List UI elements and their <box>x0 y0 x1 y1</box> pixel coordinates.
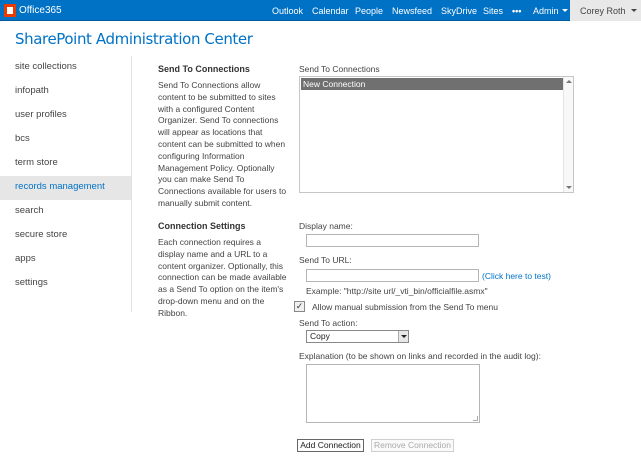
manual-submission-checkbox[interactable]: ✓ <box>294 301 305 312</box>
connection-settings-description: Each connection requires a display name … <box>158 237 287 318</box>
chevron-down-icon <box>630 9 637 12</box>
sidebar-item-infopath[interactable]: infopath <box>0 80 131 104</box>
explanation-label: Explanation (to be shown on links and re… <box>299 351 541 361</box>
connections-list-label: Send To Connections <box>299 64 380 74</box>
chevron-down-icon[interactable] <box>398 331 408 342</box>
sidebar-item-site-collections[interactable]: site collections <box>0 56 131 80</box>
send-to-action-select[interactable]: Copy <box>306 330 409 343</box>
page-title: SharePoint Administration Center <box>15 30 253 48</box>
list-item[interactable]: New Connection <box>301 78 564 90</box>
add-connection-button[interactable]: Add Connection <box>297 439 364 452</box>
chevron-down-icon <box>561 9 568 12</box>
display-name-field[interactable] <box>306 234 479 247</box>
send-to-description: Send To Connections allow content to be … <box>158 80 287 208</box>
send-to-action-label: Send To action: <box>299 318 358 328</box>
office365-brand[interactable]: Office365 <box>4 3 62 18</box>
listbox-scrollbar[interactable] <box>563 77 573 192</box>
sidebar-item-bcs[interactable]: bcs <box>0 128 131 152</box>
scroll-up-icon[interactable] <box>566 80 572 83</box>
nav-people[interactable]: People <box>355 0 383 21</box>
nav-newsfeed[interactable]: Newsfeed <box>392 0 432 21</box>
user-menu[interactable]: Corey Roth <box>570 0 641 21</box>
manual-submission-label: Allow manual submission from the Send To… <box>312 302 498 312</box>
nav-calendar[interactable]: Calendar <box>312 0 349 21</box>
user-name: Corey Roth <box>580 5 626 16</box>
explanation-field[interactable] <box>306 364 480 423</box>
send-to-action-value: Copy <box>310 331 330 341</box>
sidebar-item-search[interactable]: search <box>0 200 131 224</box>
more-apps-button[interactable]: ••• <box>512 0 521 21</box>
sidebar-item-records-management[interactable]: records management <box>0 176 131 200</box>
nav-skydrive[interactable]: SkyDrive <box>441 0 477 21</box>
sidebar-nav: site collections infopath user profiles … <box>0 56 131 296</box>
sidebar-item-apps[interactable]: apps <box>0 248 131 272</box>
test-url-link[interactable]: (Click here to test) <box>482 271 551 281</box>
office-logo-icon <box>4 4 16 17</box>
admin-menu[interactable]: Admin <box>533 0 568 21</box>
nav-outlook[interactable]: Outlook <box>272 0 303 21</box>
send-to-url-label: Send To URL: <box>299 255 352 265</box>
admin-label: Admin <box>533 5 559 16</box>
sidebar-item-term-store[interactable]: term store <box>0 152 131 176</box>
suite-bar: Office365 Outlook Calendar People Newsfe… <box>0 0 641 21</box>
sidebar-item-user-profiles[interactable]: user profiles <box>0 104 131 128</box>
checkmark-icon: ✓ <box>295 301 304 311</box>
send-to-url-field[interactable] <box>306 269 479 282</box>
scroll-down-icon[interactable] <box>566 186 572 189</box>
sidebar-item-settings[interactable]: settings <box>0 272 131 296</box>
connection-settings-heading: Connection Settings <box>158 221 246 231</box>
sidebar-divider <box>131 56 132 312</box>
resize-handle-icon[interactable] <box>473 416 478 421</box>
display-name-label: Display name: <box>299 221 353 231</box>
remove-connection-button[interactable]: Remove Connection <box>371 439 454 452</box>
url-example-text: Example: "http://site url/_vti_bin/offic… <box>306 286 488 296</box>
nav-sites[interactable]: Sites <box>483 0 503 21</box>
send-to-heading: Send To Connections <box>158 64 250 74</box>
sidebar-item-secure-store[interactable]: secure store <box>0 224 131 248</box>
brand-label: Office365 <box>19 5 62 16</box>
connections-listbox[interactable]: New Connection <box>299 76 574 193</box>
